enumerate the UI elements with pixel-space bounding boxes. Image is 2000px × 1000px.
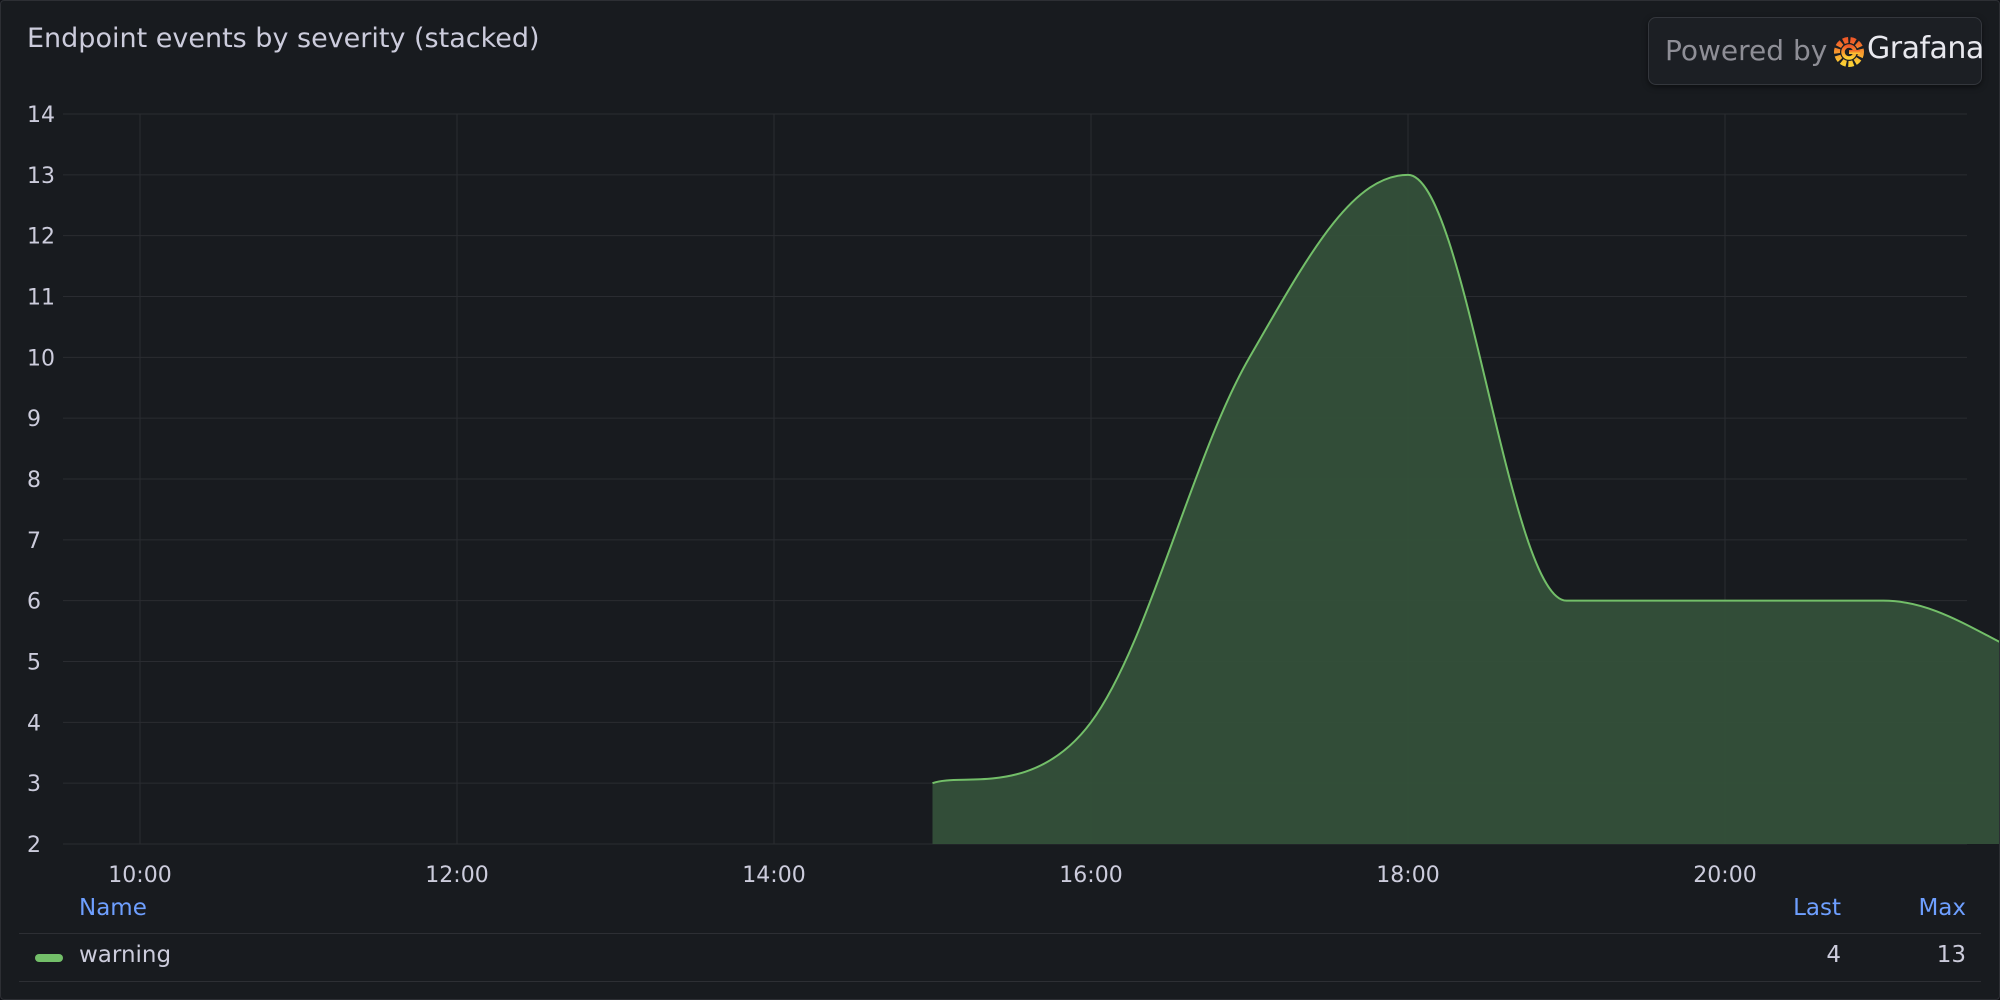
legend-header-name[interactable]: Name xyxy=(79,895,147,921)
x-tick-label: 18:00 xyxy=(1376,863,1439,888)
x-tick-label: 20:00 xyxy=(1693,863,1756,888)
y-tick-label: 9 xyxy=(27,407,41,432)
x-tick-label: 10:00 xyxy=(108,863,171,888)
y-tick-label: 14 xyxy=(27,103,55,128)
y-tick-label: 13 xyxy=(27,164,55,189)
x-tick-label: 16:00 xyxy=(1059,863,1122,888)
x-tick-label: 14:00 xyxy=(742,863,805,888)
series-layer xyxy=(932,173,1999,844)
legend-divider-bottom xyxy=(19,981,1981,982)
x-axis: 10:0012:0014:0016:0018:0020:0022:0000:00… xyxy=(108,863,1756,888)
y-tick-label: 4 xyxy=(27,711,41,736)
y-tick-label: 6 xyxy=(27,590,41,615)
y-axis: 14 13 12 11 10 9 8 7 6 5 4 3 2 xyxy=(27,103,55,858)
series-area-warning xyxy=(932,174,1999,844)
legend-series-last: 4 xyxy=(1826,942,1841,968)
legend-series-max: 13 xyxy=(1936,942,1966,968)
legend-series-name[interactable]: warning xyxy=(79,942,171,968)
y-tick-label: 10 xyxy=(27,346,55,371)
legend-header-last[interactable]: Last xyxy=(1791,895,1841,921)
legend-divider xyxy=(19,933,1981,934)
y-tick-label: 3 xyxy=(27,772,41,797)
y-tick-label: 5 xyxy=(27,651,41,676)
panel: Endpoint events by severity (stacked) Po… xyxy=(0,0,2000,1000)
y-tick-label: 11 xyxy=(27,286,55,311)
legend-header-max[interactable]: Max xyxy=(1901,895,1966,921)
y-tick-label: 8 xyxy=(27,468,41,493)
y-tick-label: 7 xyxy=(27,529,41,554)
y-tick-label: 12 xyxy=(27,225,55,250)
chart-area[interactable]: 14 13 12 11 10 9 8 7 6 5 4 3 2 10:00 12:00 14:00 16:00 1… xyxy=(1,1,2000,1000)
y-tick-label: 2 xyxy=(27,833,41,858)
legend-series-swatch[interactable] xyxy=(35,954,63,962)
x-tick-label: 12:00 xyxy=(425,863,488,888)
